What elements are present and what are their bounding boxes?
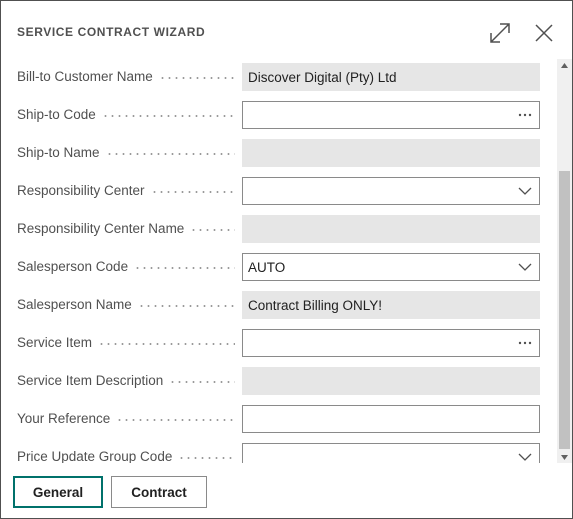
- field-label: Your Reference: [17, 409, 239, 427]
- responsibility-center-dropdown[interactable]: [242, 177, 540, 205]
- form-content: Bill-to Customer Name Discover Digital (…: [1, 59, 557, 463]
- field-row-price-update-group-code: Price Update Group Code: [1, 440, 557, 463]
- scrollbar-thumb[interactable]: [559, 171, 570, 449]
- chevron-down-icon[interactable]: [517, 449, 533, 463]
- ship-to-name-field: [242, 139, 540, 167]
- scroll-down-arrow-icon[interactable]: [557, 451, 572, 463]
- responsibility-center-name-field: [242, 215, 540, 243]
- dialog-header: SERVICE CONTRACT WIZARD: [1, 1, 572, 59]
- field-row-service-item-description: Service Item Description: [1, 364, 557, 395]
- field-row-salesperson-code: Salesperson Code AUTO: [1, 250, 557, 281]
- service-item-description-field: [242, 367, 540, 395]
- general-button[interactable]: General: [13, 476, 103, 508]
- field-label: Service Item Description: [17, 371, 239, 389]
- your-reference-input[interactable]: [242, 405, 540, 433]
- price-update-group-code-dropdown[interactable]: [242, 443, 540, 463]
- field-row-ship-to-code: Ship-to Code: [1, 98, 557, 129]
- expand-icon[interactable]: [487, 20, 513, 46]
- field-row-responsibility-center-name: Responsibility Center Name: [1, 212, 557, 243]
- service-contract-wizard-dialog: SERVICE CONTRACT WIZARD Bill-to Customer…: [0, 0, 573, 519]
- lookup-ellipsis-icon[interactable]: [517, 335, 533, 351]
- field-row-responsibility-center: Responsibility Center: [1, 174, 557, 205]
- salesperson-code-dropdown[interactable]: AUTO: [242, 253, 540, 281]
- contract-button[interactable]: Contract: [111, 476, 207, 508]
- field-row-your-reference: Your Reference: [1, 402, 557, 433]
- field-label: Responsibility Center: [17, 181, 239, 199]
- close-icon[interactable]: [531, 20, 557, 46]
- vertical-scrollbar[interactable]: [557, 59, 572, 463]
- field-label: Salesperson Name: [17, 295, 239, 313]
- field-label: Ship-to Code: [17, 105, 239, 123]
- field-label: Ship-to Name: [17, 143, 239, 161]
- field-row-bill-to-customer-name: Bill-to Customer Name Discover Digital (…: [1, 60, 557, 91]
- dialog-footer: General Contract: [1, 463, 572, 518]
- service-item-field[interactable]: [242, 329, 540, 357]
- scroll-up-arrow-icon[interactable]: [557, 59, 572, 71]
- bill-to-customer-name-field: Discover Digital (Pty) Ltd: [242, 63, 540, 91]
- field-label: Salesperson Code: [17, 257, 239, 275]
- field-label: Responsibility Center Name: [17, 219, 239, 237]
- field-label: Service Item: [17, 333, 239, 351]
- chevron-down-icon[interactable]: [517, 259, 533, 275]
- chevron-down-icon[interactable]: [517, 183, 533, 199]
- field-row-ship-to-name: Ship-to Name: [1, 136, 557, 167]
- field-label: Bill-to Customer Name: [17, 67, 239, 85]
- field-label: Price Update Group Code: [17, 447, 239, 463]
- ship-to-code-field[interactable]: [242, 101, 540, 129]
- salesperson-name-field: Contract Billing ONLY!: [242, 291, 540, 319]
- lookup-ellipsis-icon[interactable]: [517, 107, 533, 123]
- field-row-salesperson-name: Salesperson Name Contract Billing ONLY!: [1, 288, 557, 319]
- field-row-service-item: Service Item: [1, 326, 557, 357]
- dialog-title: SERVICE CONTRACT WIZARD: [17, 25, 206, 39]
